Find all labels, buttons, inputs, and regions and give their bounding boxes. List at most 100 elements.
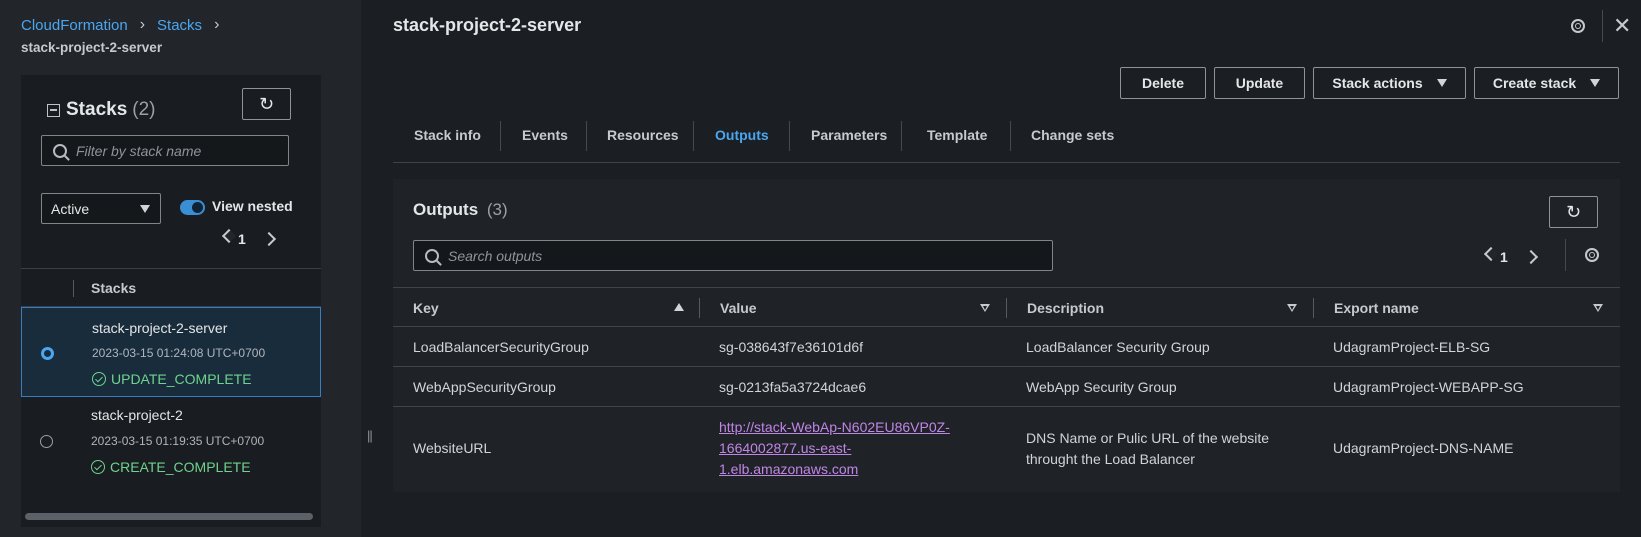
stacks-column-header: Stacks — [21, 268, 321, 307]
view-nested-label: View nested — [212, 198, 293, 214]
header-divider — [1602, 10, 1603, 42]
next-page-icon[interactable] — [1523, 249, 1538, 265]
stack-navigation-panel: CloudFormation › Stacks › stack-project-… — [0, 0, 361, 537]
stack-date: 2023-03-15 01:24:08 UTC+0700 — [92, 346, 266, 360]
outputs-count: (3) — [486, 200, 508, 219]
refresh-icon: ↻ — [1565, 201, 1582, 222]
tab-change-sets[interactable]: Change sets — [1031, 127, 1114, 143]
caret-down-icon — [1436, 79, 1447, 87]
stacks-count: (2) — [132, 99, 156, 120]
page-title: stack-project-2-server — [393, 15, 582, 35]
tab-parameters[interactable]: Parameters — [811, 127, 887, 143]
output-export-name: UdagramProject-DNS-NAME — [1333, 440, 1514, 456]
stack-date: 2023-03-15 01:19:35 UTC+0700 — [91, 434, 265, 448]
stack-actions-label: Stack actions — [1332, 75, 1423, 91]
horizontal-scrollbar[interactable] — [25, 513, 313, 520]
delete-button[interactable]: Delete — [1120, 67, 1206, 99]
table-row: LoadBalancerSecurityGroup sg-038643f7e36… — [393, 327, 1620, 367]
stack-name: stack-project-2-server — [92, 320, 228, 336]
url-line: 1664002877.us-east- — [719, 440, 852, 456]
breadcrumb-cloudformation-link[interactable]: CloudFormation — [21, 17, 128, 34]
output-export-name: UdagramProject-WEBAPP-SG — [1333, 379, 1524, 395]
caret-down-icon — [1590, 79, 1601, 87]
chevron-right-icon: › — [214, 16, 220, 33]
sort-icon[interactable] — [1287, 304, 1297, 312]
stack-radio-selected[interactable] — [41, 347, 54, 360]
stack-radio[interactable] — [40, 435, 53, 448]
current-page[interactable]: 1 — [238, 231, 246, 247]
sort-ascending-icon[interactable] — [674, 303, 684, 311]
tab-divider — [901, 121, 902, 151]
current-page[interactable]: 1 — [1500, 249, 1508, 265]
next-page-icon[interactable] — [261, 231, 276, 247]
outputs-title: Outputs (3) — [413, 200, 508, 220]
pagination-divider — [1565, 239, 1566, 271]
breadcrumb-current: stack-project-2-server — [21, 40, 163, 55]
view-nested-toggle[interactable] — [180, 200, 205, 215]
tab-divider — [1010, 121, 1011, 151]
prev-page-icon[interactable] — [221, 228, 237, 244]
update-button[interactable]: Update — [1214, 67, 1305, 99]
table-row: WebsiteURL http://stack-WebAp-N602EU86VP… — [393, 407, 1620, 491]
close-icon[interactable]: ✕ — [1613, 15, 1631, 37]
tab-stack-info[interactable]: Stack info — [414, 127, 481, 143]
prev-page-icon[interactable] — [1483, 246, 1499, 262]
sort-icon[interactable] — [980, 304, 990, 312]
stack-row[interactable]: stack-project-2 2023-03-15 01:19:35 UTC+… — [21, 397, 321, 487]
search-outputs-input[interactable]: Search outputs — [413, 240, 1053, 271]
output-description: LoadBalancer Security Group — [1026, 339, 1210, 355]
tab-template[interactable]: Template — [927, 127, 987, 143]
output-key: WebAppSecurityGroup — [413, 379, 556, 395]
column-export-name[interactable]: Export name — [1334, 300, 1419, 316]
caret-down-icon — [140, 205, 150, 213]
stack-actions-button[interactable]: Stack actions — [1313, 67, 1466, 99]
column-value[interactable]: Value — [720, 300, 757, 316]
settings-gear-icon[interactable] — [1571, 19, 1585, 33]
tab-divider — [500, 121, 501, 151]
stacks-panel-title: Stacks (2) — [47, 99, 156, 121]
sort-icon[interactable] — [1593, 304, 1603, 312]
url-line: 1.elb.amazonaws.com — [719, 461, 859, 477]
search-icon — [425, 248, 439, 263]
breadcrumb-stacks-link[interactable]: Stacks — [157, 17, 202, 34]
tab-events[interactable]: Events — [522, 127, 568, 143]
output-description: WebApp Security Group — [1026, 379, 1177, 395]
success-check-icon — [92, 372, 106, 386]
tab-divider — [789, 121, 790, 151]
outputs-title-text: Outputs — [413, 200, 479, 219]
column-key[interactable]: Key — [413, 300, 439, 316]
stack-row[interactable]: stack-project-2-server 2023-03-15 01:24:… — [21, 307, 321, 397]
panel-resize-handle-icon[interactable]: || — [367, 428, 373, 443]
refresh-outputs-button[interactable]: ↻ — [1549, 196, 1598, 228]
description-line: DNS Name or Pulic URL of the website — [1026, 430, 1270, 446]
stack-status: UPDATE_COMPLETE — [92, 371, 252, 387]
search-icon — [53, 143, 67, 158]
create-stack-button[interactable]: Create stack — [1474, 67, 1619, 99]
stack-name: stack-project-2 — [91, 407, 183, 423]
output-export-name: UdagramProject-ELB-SG — [1333, 339, 1491, 355]
description-line: throught the Load Balancer — [1026, 451, 1195, 467]
stack-status-select[interactable]: Active — [41, 193, 161, 224]
website-url-link[interactable]: http://stack-WebAp-N602EU86VP0Z- 1664002… — [719, 417, 950, 480]
output-description: DNS Name or Pulic URL of the website thr… — [1026, 428, 1269, 470]
search-outputs-placeholder: Search outputs — [448, 247, 543, 264]
filter-stack-input[interactable]: Filter by stack name — [41, 135, 289, 166]
tab-outputs[interactable]: Outputs — [715, 127, 769, 143]
breadcrumb: CloudFormation › Stacks › — [21, 16, 231, 34]
column-description[interactable]: Description — [1027, 300, 1104, 316]
column-divider — [1313, 298, 1314, 318]
chevron-right-icon: › — [139, 16, 146, 33]
stacks-column-label[interactable]: Stacks — [91, 280, 136, 296]
output-key: WebsiteURL — [413, 440, 492, 456]
collapse-icon[interactable] — [47, 103, 60, 117]
tab-resources[interactable]: Resources — [607, 127, 679, 143]
preferences-gear-icon[interactable] — [1585, 248, 1599, 262]
refresh-stacks-button[interactable]: ↻ — [242, 88, 291, 120]
tab-divider — [586, 121, 587, 151]
output-key: LoadBalancerSecurityGroup — [413, 339, 589, 355]
delete-label: Delete — [1141, 75, 1185, 91]
table-row: WebAppSecurityGroup sg-0213fa5a3724dcae6… — [393, 367, 1620, 407]
stacks-title: Stacks — [66, 99, 128, 120]
stack-status: CREATE_COMPLETE — [91, 459, 251, 475]
outputs-pagination: 1 — [1483, 246, 1538, 265]
